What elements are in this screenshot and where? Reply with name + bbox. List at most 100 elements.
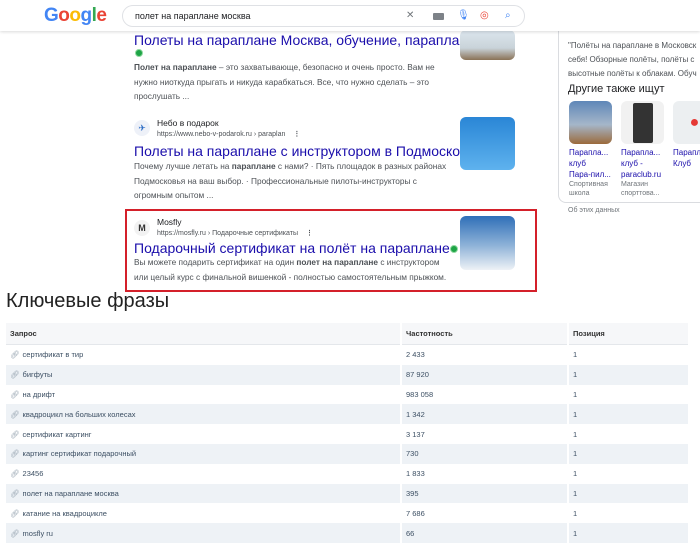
query-cell[interactable]: 🔗︎ катание на квадроцикле	[6, 503, 400, 523]
about-data-link[interactable]: Об этих данных	[568, 207, 620, 214]
link-icon: 🔗︎	[10, 488, 20, 498]
keywords-table: Запрос Частотность Позиция 🔗︎ сертификат …	[4, 323, 690, 543]
query-text[interactable]: сертификат картинг	[23, 430, 92, 439]
title-text[interactable]: Подарочный сертификат на полёт на парапл…	[134, 240, 450, 256]
result-snippet: Полет на параплане – это захватывающе, б…	[134, 60, 454, 104]
column-header[interactable]: Запрос	[6, 323, 400, 345]
frequency-cell: 2 433	[406, 350, 425, 360]
link-icon: 🔗︎	[10, 429, 20, 439]
search-query[interactable]: полет на параплане москва	[135, 11, 251, 21]
card-link[interactable]: paraclub.ru	[621, 169, 664, 180]
keyboard-icon[interactable]	[433, 13, 444, 20]
clear-icon[interactable]: ✕	[406, 10, 414, 21]
query-cell[interactable]: 🔗︎ картинг сертификат подарочный	[6, 443, 400, 464]
frequency-cell: 395	[402, 483, 567, 504]
card-link[interactable]: Парапл	[673, 147, 700, 158]
search-input[interactable]: полет на параплане москва ✕ 🎙 ◎ ⌕	[122, 5, 525, 27]
related-card[interactable]: ● Парапл Клуб	[673, 101, 700, 169]
site-name[interactable]: Небо в подарок	[157, 118, 219, 128]
position-cell: 1	[569, 483, 688, 504]
query-text[interactable]: квадроцикл на больших колесах	[23, 410, 136, 419]
link-icon: 🔗︎	[10, 469, 20, 479]
result-snippet: Почему лучше летать на параплане с нами?…	[134, 159, 454, 203]
related-card[interactable]: Парапла... клуб Пара-пил... Спортивная ш…	[569, 101, 612, 198]
result-title[interactable]: Подарочный сертификат на полёт на парапл…	[134, 240, 458, 256]
query-text[interactable]: сертификат в тир	[23, 350, 84, 359]
snippet-bold: Полет на параплане	[134, 62, 217, 72]
card-link[interactable]: Парапла...	[569, 147, 612, 158]
query-text[interactable]: на дрифт	[23, 390, 56, 399]
site-name[interactable]: Mosfly	[157, 217, 182, 227]
table-row: 🔗︎ на дрифт 983 058 1	[6, 385, 688, 405]
panel-text: "Полёты на параплане в Московск	[568, 41, 697, 50]
result-snippet: Вы можете подарить сертификат на один по…	[134, 255, 454, 284]
card-subtitle: спорттова...	[621, 190, 660, 197]
site-favicon-icon: ✈	[134, 120, 150, 136]
verified-badge-icon	[135, 49, 143, 57]
position-cell: 1	[569, 523, 688, 543]
site-url[interactable]: https://mosfly.ru › Подарочные сертифика…	[157, 229, 313, 237]
card-link[interactable]: Пара-пил...	[569, 169, 612, 180]
google-logo[interactable]: Google	[44, 5, 107, 27]
card-image[interactable]	[621, 101, 664, 144]
frequency-cell: 3 137	[406, 429, 425, 439]
card-link[interactable]: клуб	[569, 158, 612, 169]
panel-text: высотные полёты к облакам. Обуч	[568, 69, 697, 78]
table-row: 🔗︎ сертификат в тир 2 433 1	[6, 345, 688, 365]
query-cell[interactable]: 🔗︎ 23456	[6, 464, 400, 484]
query-cell[interactable]: 🔗︎ полет на параплане москва	[6, 483, 400, 504]
card-link[interactable]: клуб -	[621, 158, 664, 169]
result-thumbnail[interactable]	[460, 216, 515, 270]
verified-badge-icon	[449, 245, 458, 254]
knowledge-panel: "Полёты на параплане в Московск себя! Об…	[558, 30, 700, 203]
query-text[interactable]: полет на параплане москва	[23, 489, 119, 498]
related-card[interactable]: Парапла... клуб - paraclub.ru Магазин сп…	[621, 101, 664, 198]
site-favicon-icon: M	[134, 220, 150, 236]
more-options-icon[interactable]: ⋮	[306, 230, 313, 237]
query-text[interactable]: картинг сертификат подарочный	[23, 449, 137, 458]
result-title[interactable]: Полеты на параплане с инструктором в Под…	[134, 143, 491, 159]
link-icon: 🔗︎	[10, 370, 20, 380]
card-link[interactable]: Парапла...	[621, 147, 664, 158]
snippet-text: Вы можете подарить сертификат на один	[134, 257, 297, 267]
frequency-cell: 983 058	[406, 389, 434, 399]
card-subtitle: Магазин	[621, 181, 649, 188]
query-cell[interactable]: 🔗︎ сертификат картинг	[6, 424, 400, 444]
url-text: https://mosfly.ru › Подарочные сертифика…	[157, 230, 298, 237]
panel-text: себя! Обзорные полёты, полёты с	[568, 55, 695, 64]
table-row: 🔗︎ mosfly ru 66 1	[6, 523, 688, 543]
more-options-icon[interactable]: ⋮	[293, 131, 300, 138]
result-title[interactable]: Полеты на параплане Москва, обучение, па…	[134, 32, 506, 48]
column-header[interactable]: Частотность	[402, 323, 567, 345]
site-url[interactable]: https://www.nebo-v-podarok.ru › paraplan…	[157, 130, 300, 138]
query-cell[interactable]: 🔗︎ mosfly ru	[6, 523, 400, 543]
query-text[interactable]: катание на квадроцикле	[23, 509, 107, 518]
title-text[interactable]: Полеты на параплане с инструктором в Под…	[134, 143, 483, 159]
frequency-cell: 7 686	[406, 508, 425, 518]
result-thumbnail[interactable]	[460, 117, 515, 170]
map-pin-icon[interactable]: ●	[673, 101, 700, 144]
card-image[interactable]	[569, 101, 612, 144]
query-cell[interactable]: 🔗︎ сертификат в тир	[6, 345, 400, 365]
query-text[interactable]: 23456	[23, 469, 44, 478]
snippet-bold: параплане	[231, 161, 276, 171]
table-row: 🔗︎ сертификат картинг 3 137 1	[6, 424, 688, 444]
result-thumbnail[interactable]	[460, 30, 515, 60]
lens-icon[interactable]: ◎	[480, 10, 489, 21]
keywords-heading: Ключевые фразы	[6, 290, 170, 312]
query-cell[interactable]: 🔗︎ квадроцикл на больших колесах	[6, 404, 400, 425]
query-text[interactable]: mosfly ru	[23, 529, 53, 538]
query-cell[interactable]: 🔗︎ бигфуты	[6, 364, 400, 385]
query-cell[interactable]: 🔗︎ на дрифт	[6, 385, 400, 405]
snippet-bold: полет на параплане	[296, 257, 379, 267]
column-header[interactable]: Позиция	[569, 323, 688, 345]
position-cell: 1	[569, 443, 688, 464]
query-text[interactable]: бигфуты	[23, 370, 53, 379]
table-row: 🔗︎ 23456 1 833 1	[6, 464, 688, 484]
position-cell: 1	[573, 350, 578, 360]
card-link[interactable]: Клуб	[673, 158, 700, 169]
mic-icon[interactable]: 🎙	[457, 10, 470, 21]
people-also-search-heading: Другие также ищут	[568, 83, 665, 95]
position-cell: 1	[569, 404, 688, 425]
search-icon[interactable]: ⌕	[505, 10, 511, 21]
